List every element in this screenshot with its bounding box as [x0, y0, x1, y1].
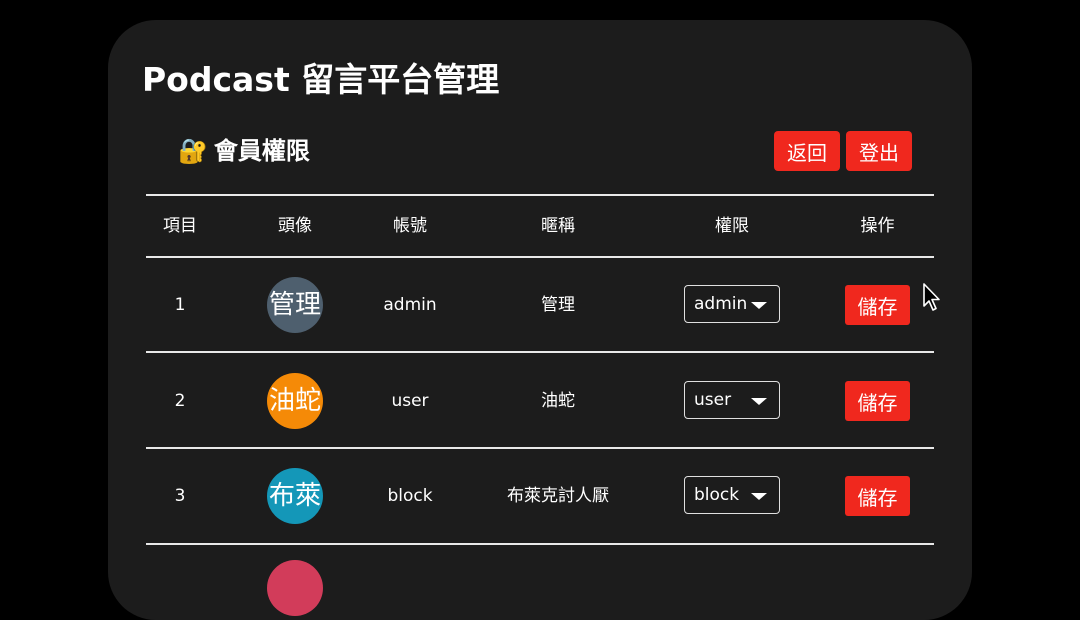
role-select-value: block	[694, 485, 740, 505]
avatar: 油蛇	[267, 373, 323, 429]
section-header: 🔐 會員權限	[178, 135, 310, 167]
table-row: 3 布萊 block 布萊克討人厭 block 儲存	[108, 448, 972, 544]
column-header-avatar: 頭像	[278, 216, 312, 236]
role-select-value: admin	[694, 294, 748, 314]
lock-with-key-icon: 🔐	[178, 137, 208, 165]
column-header-account: 帳號	[393, 216, 427, 236]
account-cell: admin	[383, 295, 437, 315]
row-index: 1	[174, 295, 186, 315]
table-top-divider	[146, 194, 934, 196]
row-divider	[146, 543, 934, 545]
chevron-down-icon	[751, 493, 767, 500]
nickname-cell: 管理	[541, 295, 575, 315]
section-title: 會員權限	[213, 137, 310, 165]
chevron-down-icon	[751, 398, 767, 405]
avatar	[267, 560, 323, 616]
row-index: 2	[174, 391, 186, 411]
account-cell: block	[387, 486, 433, 506]
mouse-pointer-icon	[923, 283, 940, 311]
admin-panel: Podcast 留言平台管理 🔐 會員權限 返回 登出 項目 頭像 帳號 暱稱 …	[108, 20, 972, 620]
column-header-nickname: 暱稱	[541, 216, 575, 236]
row-index: 3	[174, 486, 186, 506]
role-select-value: user	[694, 390, 732, 410]
save-button[interactable]: 儲存	[845, 381, 910, 421]
role-select[interactable]: block	[684, 476, 780, 514]
table-row: 2 油蛇 user 油蛇 user 儲存	[108, 353, 972, 449]
avatar: 布萊	[267, 468, 323, 524]
nickname-cell: 油蛇	[541, 391, 575, 411]
role-select[interactable]: admin	[684, 285, 780, 323]
column-header-index: 項目	[163, 216, 197, 236]
logout-button[interactable]: 登出	[846, 131, 912, 171]
column-header-role: 權限	[715, 216, 749, 236]
role-select[interactable]: user	[684, 381, 780, 419]
chevron-down-icon	[751, 302, 767, 309]
avatar: 管理	[267, 277, 323, 333]
account-cell: user	[391, 391, 429, 411]
app-title: Podcast 留言平台管理	[142, 60, 500, 99]
back-button[interactable]: 返回	[774, 131, 840, 171]
column-header-action: 操作	[860, 216, 895, 236]
save-button[interactable]: 儲存	[845, 476, 910, 516]
save-button[interactable]: 儲存	[845, 285, 910, 325]
nickname-cell: 布萊克討人厭	[507, 486, 609, 506]
table-row: 1 管理 admin 管理 admin 儲存	[108, 257, 972, 353]
